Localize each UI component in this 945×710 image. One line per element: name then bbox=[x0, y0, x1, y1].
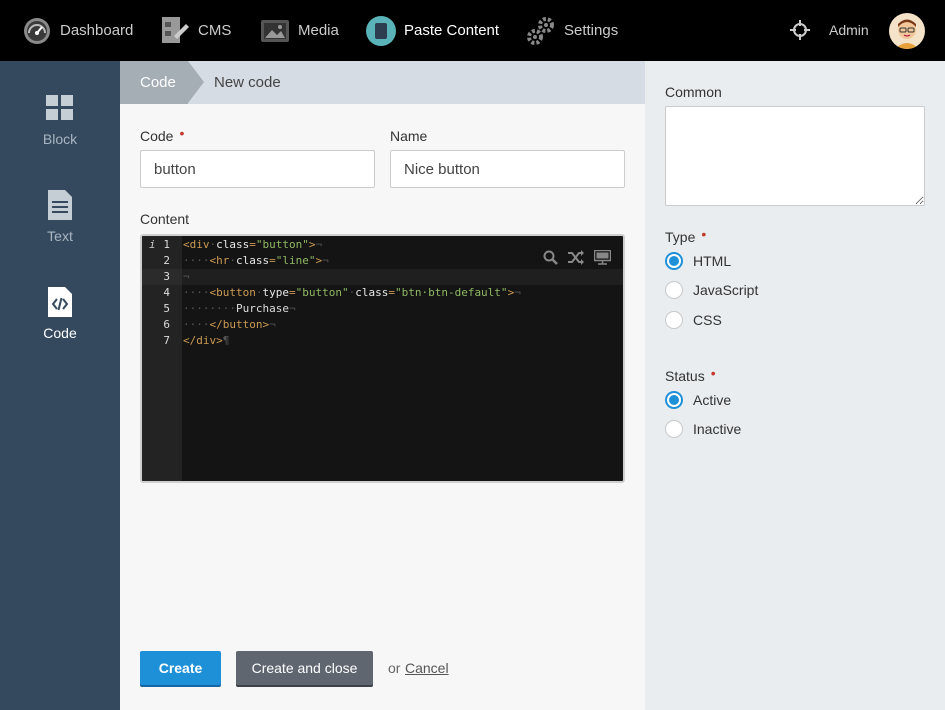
sidebar-item-text-label: Text bbox=[47, 228, 73, 244]
status-option-active-label: Active bbox=[693, 392, 732, 408]
nav-dashboard[interactable]: Dashboard bbox=[22, 0, 133, 61]
grid-icon bbox=[45, 93, 75, 123]
line-number: i1 bbox=[142, 237, 182, 253]
nav-settings-label: Settings bbox=[564, 22, 619, 39]
line-number: 3 bbox=[142, 269, 182, 285]
nav-media[interactable]: Media bbox=[260, 0, 339, 61]
sidebar-item-code[interactable]: Code bbox=[0, 287, 120, 367]
code-field-label-text: Code bbox=[140, 128, 174, 144]
code-file-icon bbox=[45, 287, 75, 317]
code-editor[interactable]: i1 2 3 4 5 6 7 <div·class="button">¬ ···… bbox=[140, 234, 625, 483]
line-number: 6 bbox=[163, 318, 170, 331]
breadcrumb: Code New code bbox=[120, 61, 645, 104]
nav-cms-label: CMS bbox=[198, 22, 232, 39]
radio-button[interactable] bbox=[665, 281, 683, 299]
monitor-icon[interactable] bbox=[593, 249, 612, 268]
breadcrumb-arrow bbox=[188, 61, 204, 103]
editor-toolbar bbox=[543, 249, 612, 268]
search-icon[interactable] bbox=[543, 250, 558, 268]
sidebar-item-block[interactable]: Block bbox=[0, 93, 120, 173]
document-flow-icon bbox=[160, 16, 190, 46]
status-label-text: Status bbox=[665, 368, 705, 384]
status-label: Status • bbox=[665, 365, 716, 384]
common-textarea[interactable] bbox=[665, 106, 925, 206]
line-number: 2 bbox=[163, 254, 170, 267]
user-name[interactable]: Admin bbox=[829, 22, 869, 38]
gears-icon bbox=[526, 16, 556, 46]
cancel-link[interactable]: Cancel bbox=[405, 660, 449, 676]
info-marker: i bbox=[149, 238, 156, 251]
clipboard-icon bbox=[366, 15, 396, 46]
nav-paste-content-label: Paste Content bbox=[404, 22, 500, 39]
status-option-inactive[interactable]: Inactive bbox=[665, 419, 741, 439]
type-option-html[interactable]: HTML bbox=[665, 251, 731, 271]
text-document-icon bbox=[45, 190, 75, 220]
name-field-label: Name bbox=[390, 128, 428, 144]
radio-button[interactable] bbox=[665, 252, 683, 270]
type-option-css[interactable]: CSS bbox=[665, 310, 722, 330]
radio-button[interactable] bbox=[665, 391, 683, 409]
crosshair-icon[interactable] bbox=[790, 20, 810, 43]
line-number: 4 bbox=[163, 286, 170, 299]
radio-button[interactable] bbox=[665, 420, 683, 438]
nav-cms[interactable]: CMS bbox=[160, 0, 231, 61]
radio-button[interactable] bbox=[665, 311, 683, 329]
code-line: ····<button·type="button"·class="btn·btn… bbox=[183, 286, 521, 299]
status-option-inactive-label: Inactive bbox=[693, 421, 742, 437]
type-option-css-label: CSS bbox=[693, 312, 722, 328]
code-line: ¬ bbox=[182, 269, 623, 285]
code-input[interactable] bbox=[140, 150, 375, 188]
required-mark: • bbox=[179, 125, 185, 141]
type-option-html-label: HTML bbox=[693, 253, 732, 269]
type-label-text: Type bbox=[665, 229, 696, 245]
breadcrumb-current: New code bbox=[214, 74, 281, 91]
content-field-label: Content bbox=[140, 211, 190, 227]
avatar[interactable] bbox=[889, 13, 925, 49]
image-icon bbox=[260, 16, 290, 46]
code-line: </div>¶ bbox=[183, 334, 230, 347]
code-line: ····</button>¬ bbox=[183, 318, 276, 331]
top-navbar: Dashboard CMS Media Paste Content Settin… bbox=[0, 0, 945, 61]
nav-media-label: Media bbox=[298, 22, 339, 39]
breadcrumb-section[interactable]: Code bbox=[120, 61, 188, 104]
required-mark: • bbox=[710, 365, 716, 381]
type-label: Type • bbox=[665, 226, 707, 245]
required-mark: • bbox=[701, 226, 707, 242]
create-and-close-button[interactable]: Create and close bbox=[236, 651, 373, 685]
sidebar-item-code-label: Code bbox=[43, 325, 77, 341]
code-field-label: Code • bbox=[140, 125, 185, 144]
common-label: Common bbox=[665, 84, 722, 100]
sidebar-item-block-label: Block bbox=[42, 131, 78, 147]
line-number: 7 bbox=[163, 334, 170, 347]
code-line: ········Purchase¬ bbox=[183, 302, 296, 315]
speedometer-icon bbox=[22, 16, 52, 46]
nav-paste-content[interactable]: Paste Content bbox=[366, 0, 499, 61]
line-number-text: 1 bbox=[163, 238, 170, 251]
status-option-active[interactable]: Active bbox=[665, 390, 731, 410]
shuffle-icon[interactable] bbox=[568, 250, 584, 268]
editor-gutter: i1 2 3 4 5 6 7 bbox=[142, 236, 182, 481]
nav-settings[interactable]: Settings bbox=[526, 0, 618, 61]
name-input[interactable] bbox=[390, 150, 625, 188]
sidebar: Block Text Code bbox=[0, 61, 120, 710]
sidebar-item-text[interactable]: Text bbox=[0, 190, 120, 270]
type-option-javascript[interactable]: JavaScript bbox=[665, 280, 758, 300]
create-button[interactable]: Create bbox=[140, 651, 221, 685]
nav-dashboard-label: Dashboard bbox=[60, 22, 134, 39]
type-option-javascript-label: JavaScript bbox=[693, 282, 759, 298]
line-number: 5 bbox=[163, 302, 170, 315]
or-text: or bbox=[388, 660, 401, 676]
